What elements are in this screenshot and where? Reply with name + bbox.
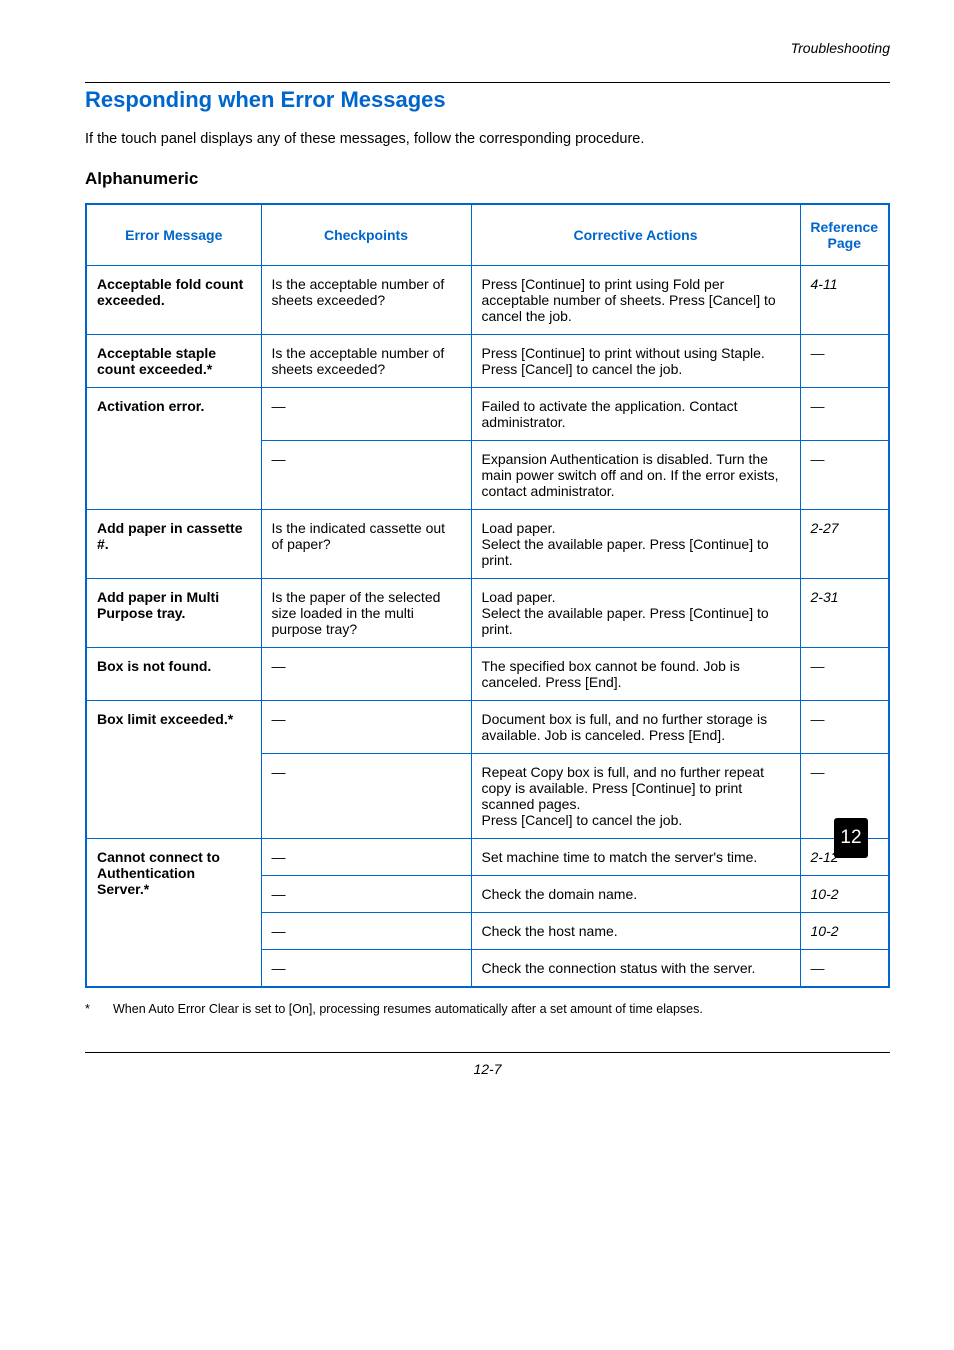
corrective-action-cell: Document box is full, and no further sto… (471, 701, 800, 754)
reference-page-cell: 10-2 (800, 913, 889, 950)
error-message-cell: Activation error. (86, 388, 261, 510)
reference-page-cell: — (800, 950, 889, 988)
checkpoint-cell: — (261, 913, 471, 950)
table-row: Box limit exceeded.*—Document box is ful… (86, 701, 889, 754)
col-corrective-actions: Corrective Actions (471, 204, 800, 266)
corrective-action-cell: Repeat Copy box is full, and no further … (471, 754, 800, 839)
reference-page-cell: — (800, 388, 889, 441)
error-message-cell: Box limit exceeded.* (86, 701, 261, 839)
checkpoint-cell: Is the acceptable number of sheets excee… (261, 266, 471, 335)
checkpoint-cell: Is the paper of the selected size loaded… (261, 579, 471, 648)
checkpoint-cell: — (261, 839, 471, 876)
error-message-cell: Acceptable fold count exceeded. (86, 266, 261, 335)
col-reference-page: Reference Page (800, 204, 889, 266)
table-row: Box is not found.—The specified box cann… (86, 648, 889, 701)
section-subtitle: Alphanumeric (85, 169, 890, 189)
checkpoint-cell: Is the acceptable number of sheets excee… (261, 335, 471, 388)
table-header-row: Error Message Checkpoints Corrective Act… (86, 204, 889, 266)
footnote-text: When Auto Error Clear is set to [On], pr… (113, 1002, 703, 1016)
corrective-action-cell: The specified box cannot be found. Job i… (471, 648, 800, 701)
page-title: Responding when Error Messages (85, 87, 890, 113)
footnote-marker: * (85, 1002, 113, 1016)
error-message-cell: Acceptable staple count exceeded.* (86, 335, 261, 388)
error-message-cell: Add paper in cassette #. (86, 510, 261, 579)
reference-page-cell: — (800, 441, 889, 510)
corrective-action-cell: Set machine time to match the server's t… (471, 839, 800, 876)
page-number: 12-7 (85, 1061, 890, 1077)
corrective-action-cell: Failed to activate the application. Cont… (471, 388, 800, 441)
error-message-cell: Box is not found. (86, 648, 261, 701)
table-row: Cannot connect to Authentication Server.… (86, 839, 889, 876)
corrective-action-cell: Expansion Authentication is disabled. Tu… (471, 441, 800, 510)
checkpoint-cell: — (261, 754, 471, 839)
footnote: *When Auto Error Clear is set to [On], p… (85, 1002, 890, 1016)
reference-page-cell: 4-11 (800, 266, 889, 335)
corrective-action-cell: Load paper. Select the available paper. … (471, 510, 800, 579)
corrective-action-cell: Check the host name. (471, 913, 800, 950)
reference-page-cell: — (800, 701, 889, 754)
checkpoint-cell: — (261, 950, 471, 988)
col-error-message: Error Message (86, 204, 261, 266)
page-header-category: Troubleshooting (85, 40, 890, 56)
table-row: Activation error.—Failed to activate the… (86, 388, 889, 441)
reference-page-cell: 10-2 (800, 876, 889, 913)
checkpoint-cell: Is the indicated cassette out of paper? (261, 510, 471, 579)
reference-page-cell: — (800, 648, 889, 701)
error-messages-table: Error Message Checkpoints Corrective Act… (85, 203, 890, 988)
error-message-cell: Add paper in Multi Purpose tray. (86, 579, 261, 648)
col-checkpoints: Checkpoints (261, 204, 471, 266)
footer-rule (85, 1052, 890, 1053)
table-row: Add paper in cassette #.Is the indicated… (86, 510, 889, 579)
table-row: Add paper in Multi Purpose tray.Is the p… (86, 579, 889, 648)
reference-page-cell: 2-31 (800, 579, 889, 648)
intro-text: If the touch panel displays any of these… (85, 131, 890, 147)
checkpoint-cell: — (261, 648, 471, 701)
reference-page-cell: 2-27 (800, 510, 889, 579)
corrective-action-cell: Check the connection status with the ser… (471, 950, 800, 988)
chapter-tab: 12 (834, 818, 868, 858)
corrective-action-cell: Press [Continue] to print using Fold per… (471, 266, 800, 335)
checkpoint-cell: — (261, 876, 471, 913)
checkpoint-cell: — (261, 441, 471, 510)
table-row: Acceptable staple count exceeded.*Is the… (86, 335, 889, 388)
table-row: Acceptable fold count exceeded.Is the ac… (86, 266, 889, 335)
corrective-action-cell: Load paper. Select the available paper. … (471, 579, 800, 648)
corrective-action-cell: Press [Continue] to print without using … (471, 335, 800, 388)
reference-page-cell: — (800, 335, 889, 388)
checkpoint-cell: — (261, 388, 471, 441)
corrective-action-cell: Check the domain name. (471, 876, 800, 913)
checkpoint-cell: — (261, 701, 471, 754)
header-rule (85, 82, 890, 83)
error-message-cell: Cannot connect to Authentication Server.… (86, 839, 261, 988)
